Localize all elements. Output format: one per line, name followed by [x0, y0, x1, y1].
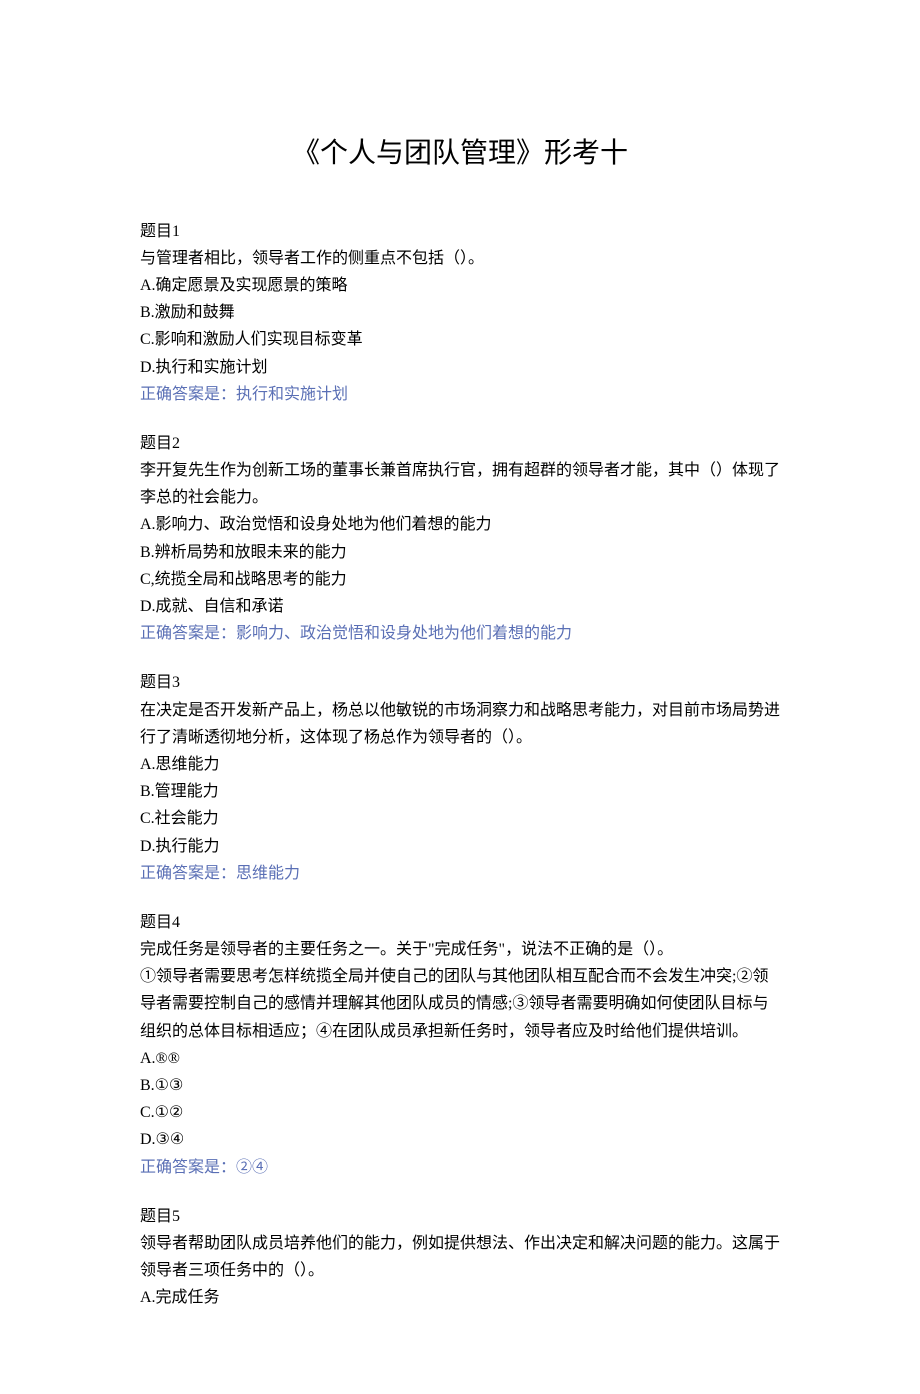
option-a: A.完成任务: [140, 1284, 780, 1311]
correct-answer: 正确答案是：思维能力: [140, 860, 780, 887]
option-c: C.①②: [140, 1099, 780, 1126]
question-prompt: 领导者帮助团队成员培养他们的能力，例如提供想法、作出决定和解决问题的能力。这属于…: [140, 1230, 780, 1284]
option-b: B.辨析局势和放眼未来的能力: [140, 539, 780, 566]
option-a: A.®®: [140, 1045, 780, 1072]
option-d: D.执行和实施计划: [140, 354, 780, 381]
page-container: 《个人与团队管理》形考十 题目1 与管理者相比，领导者工作的侧重点不包括（）。 …: [0, 0, 920, 1394]
option-c: C.社会能力: [140, 805, 780, 832]
option-a: A.确定愿景及实现愿景的策略: [140, 272, 780, 299]
option-c: C.影响和激励人们实现目标变革: [140, 326, 780, 353]
option-b: B.①③: [140, 1072, 780, 1099]
question-1: 题目1 与管理者相比，领导者工作的侧重点不包括（）。 A.确定愿景及实现愿景的策…: [140, 218, 780, 408]
option-b: B.激励和鼓舞: [140, 299, 780, 326]
question-number: 题目1: [140, 218, 780, 245]
question-prompt: 与管理者相比，领导者工作的侧重点不包括（）。: [140, 245, 780, 272]
question-3: 题目3 在决定是否开发新产品上，杨总以他敏锐的市场洞察力和战略思考能力，对目前市…: [140, 669, 780, 887]
question-2: 题目2 李开复先生作为创新工场的董事长兼首席执行官，拥有超群的领导者才能，其中（…: [140, 430, 780, 648]
page-title: 《个人与团队管理》形考十: [140, 130, 780, 178]
option-d: D.成就、自信和承诺: [140, 593, 780, 620]
option-d: D.③④: [140, 1126, 780, 1153]
question-5: 题目5 领导者帮助团队成员培养他们的能力，例如提供想法、作出决定和解决问题的能力…: [140, 1203, 780, 1312]
question-prompt: 在决定是否开发新产品上，杨总以他敏锐的市场洞察力和战略思考能力，对目前市场局势进…: [140, 697, 780, 751]
option-a: A.影响力、政治觉悟和设身处地为他们着想的能力: [140, 511, 780, 538]
option-b: B.管理能力: [140, 778, 780, 805]
option-a: A.思维能力: [140, 751, 780, 778]
question-prompt: 完成任务是领导者的主要任务之一。关于"完成任务"，说法不正确的是（）。: [140, 936, 780, 963]
question-prompt: 李开复先生作为创新工场的董事长兼首席执行官，拥有超群的领导者才能，其中（）体现了…: [140, 457, 780, 511]
question-number: 题目5: [140, 1203, 780, 1230]
correct-answer: 正确答案是：执行和实施计划: [140, 381, 780, 408]
question-number: 题目3: [140, 669, 780, 696]
correct-answer: 正确答案是：影响力、政治觉悟和设身处地为他们着想的能力: [140, 620, 780, 647]
option-c: C,统揽全局和战略思考的能力: [140, 566, 780, 593]
question-extra: ①领导者需要思考怎样统揽全局并使自己的团队与其他团队相互配合而不会发生冲突;②领…: [140, 963, 780, 1045]
correct-answer: 正确答案是：②④: [140, 1154, 780, 1181]
question-number: 题目4: [140, 909, 780, 936]
question-4: 题目4 完成任务是领导者的主要任务之一。关于"完成任务"，说法不正确的是（）。 …: [140, 909, 780, 1181]
question-number: 题目2: [140, 430, 780, 457]
option-d: D.执行能力: [140, 833, 780, 860]
